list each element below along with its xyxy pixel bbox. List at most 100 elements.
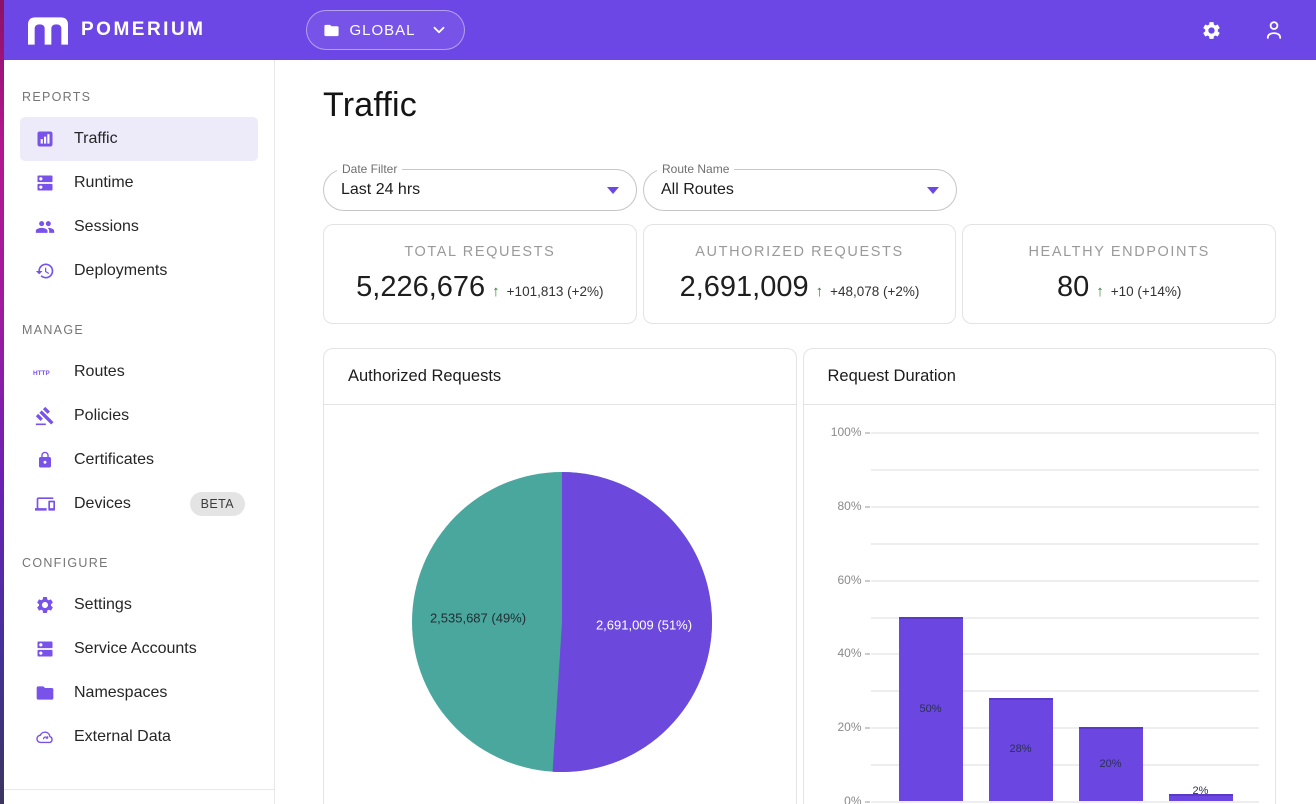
- dropdown-arrow-icon: [927, 187, 939, 194]
- sidebar-item-deployments[interactable]: Deployments: [20, 249, 258, 293]
- dns-icon: [33, 639, 57, 659]
- y-axis-tick-label: 80%: [814, 499, 862, 513]
- sidebar-section-label: CONFIGURE: [4, 526, 274, 583]
- grid-line: [871, 469, 1259, 471]
- people-icon: [33, 217, 57, 237]
- y-axis-tick-label: 40%: [814, 646, 862, 660]
- main-content: Traffic Date FilterLast 24 hrsRoute Name…: [275, 60, 1316, 804]
- stat-label: AUTHORIZED REQUESTS: [695, 244, 903, 260]
- sidebar-item-label: Service Accounts: [74, 640, 197, 658]
- y-axis-tick-mark: [865, 580, 870, 582]
- grid-line: [871, 801, 1259, 803]
- grid-line: [871, 432, 1259, 434]
- settings-gear-icon[interactable]: [1201, 20, 1222, 41]
- bar-value-label: 28%: [989, 743, 1053, 755]
- folder-icon: [33, 683, 57, 703]
- gavel-icon: [33, 406, 57, 426]
- sidebar-item-traffic[interactable]: Traffic: [20, 117, 258, 161]
- dns-icon: [33, 173, 57, 193]
- sidebar-item-label: Traffic: [74, 130, 118, 148]
- stat-value-row: 2,691,009↑+48,078 (+2%): [680, 271, 920, 304]
- request-duration-chart-card: Request Duration 0%20%40%60%80%100%50%28…: [803, 348, 1277, 804]
- sidebar-item-settings[interactable]: Settings: [20, 583, 258, 627]
- pie-slice-label: 2,691,009 (51%): [596, 618, 692, 633]
- stat-card-authorized-requests: AUTHORIZED REQUESTS 2,691,009↑+48,078 (+2…: [643, 224, 957, 324]
- sidebar-item-label: Runtime: [74, 174, 134, 192]
- y-axis-tick-mark: [865, 432, 870, 434]
- brand: POMERIUM: [26, 15, 206, 45]
- sidebar-nav: REPORTSTrafficRuntimeSessionsDeployments…: [4, 60, 275, 804]
- sidebar-section-label: MANAGE: [4, 293, 274, 350]
- pomerium-dashboard: POMERIUM GLOBAL REPORTSTrafficRuntimeSes…: [0, 0, 1316, 804]
- stat-delta: +101,813 (+2%): [507, 284, 604, 299]
- sidebar-item-policies[interactable]: Policies: [20, 394, 258, 438]
- sidebar-item-certificates[interactable]: Certificates: [20, 438, 258, 482]
- grid-line: [871, 543, 1259, 545]
- global-namespace-button[interactable]: GLOBAL: [306, 10, 465, 50]
- sidebar-item-label: Namespaces: [74, 684, 167, 702]
- stat-cards-row: TOTAL REQUESTS5,226,676↑+101,813 (+2%)AU…: [323, 224, 1276, 324]
- top-bar: POMERIUM GLOBAL: [4, 0, 1316, 60]
- filters-row: Date FilterLast 24 hrsRoute NameAll Rout…: [323, 169, 1276, 211]
- select-value: All Routes: [661, 181, 734, 199]
- select-date-filter[interactable]: Date FilterLast 24 hrs: [323, 169, 637, 211]
- http-icon: HTTP: [33, 362, 57, 382]
- sidebar-item-label: Policies: [74, 407, 129, 425]
- select-label: Date Filter: [337, 162, 402, 176]
- sidebar-item-devices[interactable]: Devices BETA: [20, 482, 258, 526]
- stat-value-row: 5,226,676 ↑ +101,813 (+2%): [356, 271, 603, 304]
- select-route-name[interactable]: Route NameAll Routes: [643, 169, 957, 211]
- y-axis-tick-mark: [865, 653, 870, 655]
- svg-text:HTTP: HTTP: [33, 370, 50, 377]
- bar-chart: 0%20%40%60%80%100%50%28%20%2%: [804, 405, 1276, 804]
- top-bar-actions: [1201, 18, 1286, 42]
- account-person-icon[interactable]: [1262, 18, 1286, 42]
- y-axis-tick-label: 100%: [814, 425, 862, 439]
- select-value: Last 24 hrs: [341, 181, 420, 199]
- stat-delta: +10 (+14%): [1111, 284, 1182, 299]
- y-axis-tick-label: 60%: [814, 573, 862, 587]
- sidebar-section-manage: MANAGEHTTPRoutes Policies Certificates Devi…: [4, 293, 274, 526]
- sidebar-item-label: Sessions: [74, 218, 139, 236]
- authorized-requests-chart-card: Authorized Requests 2,691,009 (51%)2,535…: [323, 348, 797, 804]
- grid-line: [871, 580, 1259, 582]
- sidebar-item-routes[interactable]: HTTPRoutes: [20, 350, 258, 394]
- sidebar-item-label: External Data: [74, 728, 171, 746]
- devices-icon: [33, 494, 57, 514]
- dropdown-arrow-icon: [607, 187, 619, 194]
- folder-icon: [323, 22, 340, 39]
- sidebar-item-label: Settings: [74, 596, 132, 614]
- sidebar-item-service-accounts[interactable]: Service Accounts: [20, 627, 258, 671]
- y-axis-tick-mark: [865, 506, 870, 508]
- sidebar-item-sessions[interactable]: Sessions: [20, 205, 258, 249]
- pomerium-logo-icon: [26, 15, 70, 45]
- stat-label: HEALTHY ENDPOINTS: [1028, 244, 1209, 260]
- charts-row: Authorized Requests 2,691,009 (51%)2,535…: [323, 348, 1276, 804]
- sidebar-section-reports: REPORTSTrafficRuntimeSessionsDeployments: [4, 60, 274, 293]
- beta-badge: BETA: [190, 492, 245, 516]
- gear-icon: [33, 595, 57, 615]
- y-axis-tick-label: 20%: [814, 720, 862, 734]
- grid-line: [871, 506, 1259, 508]
- chevron-down-icon: [430, 21, 448, 39]
- bar-value-label: 20%: [1079, 758, 1143, 770]
- y-axis-tick-mark: [865, 727, 870, 729]
- pie-chart: 2,691,009 (51%)2,535,687 (49%): [324, 405, 796, 804]
- cloud-sync-icon: [33, 727, 57, 747]
- sidebar-item-label: Certificates: [74, 451, 154, 469]
- trend-up-arrow-icon: ↑: [1096, 283, 1104, 300]
- sidebar-item-label: Devices: [74, 495, 131, 513]
- chart-title: Request Duration: [804, 349, 1276, 405]
- stat-value-row: 80↑+10 (+14%): [1057, 271, 1181, 304]
- sidebar-item-namespaces[interactable]: Namespaces: [20, 671, 258, 715]
- trend-up-arrow-icon: ↑: [816, 283, 824, 300]
- stat-value: 5,226,676: [356, 271, 485, 304]
- trend-up-arrow-icon: ↑: [492, 283, 500, 300]
- chart-title: Authorized Requests: [324, 349, 796, 405]
- sidebar-item-runtime[interactable]: Runtime: [20, 161, 258, 205]
- global-label: GLOBAL: [350, 22, 416, 39]
- brand-gradient-strip: [0, 0, 4, 804]
- y-axis-tick-mark: [865, 801, 870, 803]
- sidebar-item-external-data[interactable]: External Data: [20, 715, 258, 759]
- stat-card-total-requests: TOTAL REQUESTS5,226,676↑+101,813 (+2%): [323, 224, 637, 324]
